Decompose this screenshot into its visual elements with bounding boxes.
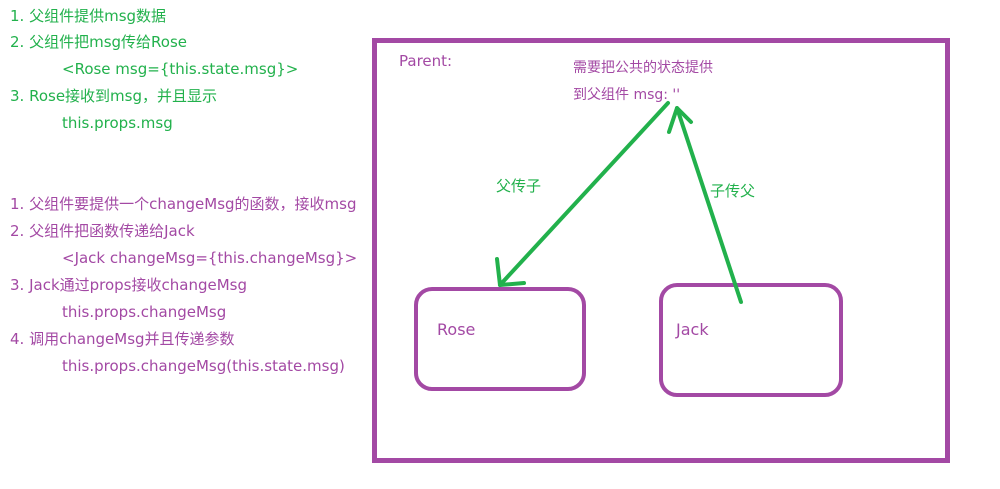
arrows-layer [495,101,743,304]
parent-to-child-arrow [498,101,670,287]
child-to-parent-arrow [675,106,743,304]
